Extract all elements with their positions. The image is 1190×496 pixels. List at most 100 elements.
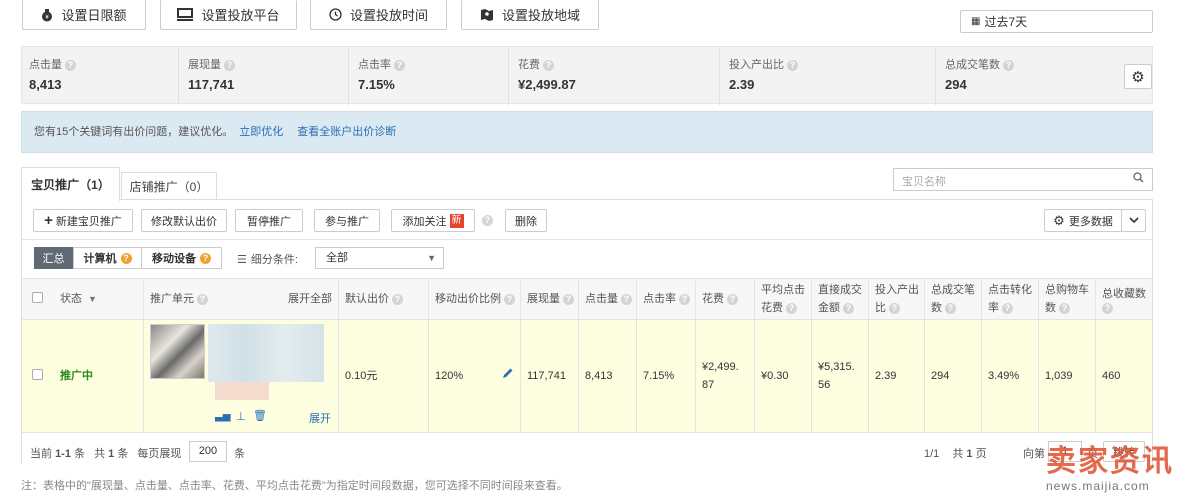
mobile-tab[interactable]: 移动设备? [141, 247, 222, 269]
more-data-dropdown[interactable] [1121, 209, 1146, 232]
header-unit: 推广单元? 展开全部 [144, 278, 338, 320]
help-icon[interactable]: ? [1003, 59, 1014, 71]
calendar-icon: ▦ [971, 16, 981, 27]
row-ctr: 7.15% [643, 370, 675, 382]
expand-link[interactable]: 展开 [309, 410, 331, 426]
tab-shop-promotion[interactable]: 店铺推广（0） [121, 172, 217, 200]
header-favorites: 总收藏数? [1102, 287, 1146, 314]
goto-button[interactable]: 跳转 [1103, 441, 1145, 462]
help-icon[interactable]: ? [543, 59, 554, 71]
help-icon[interactable]: ? [394, 59, 405, 71]
set-daily-limit-button[interactable]: ¥ 设置日限额 [22, 0, 146, 30]
per-page-input[interactable]: 200 [189, 441, 227, 462]
row-favorites: 460 [1102, 370, 1121, 382]
expand-all-link[interactable]: 展开全部 [288, 290, 332, 308]
join-button[interactable]: 参与推广 [314, 209, 380, 232]
info-icon: ? [200, 252, 211, 264]
summary-tab[interactable]: 汇总 [34, 247, 73, 269]
footnote: 注：表格中的"展现量、点击量、点击率、花费、平均点击花费"为指定时间段数据，您可… [21, 480, 568, 492]
modify-bid-button[interactable]: 修改默认出价 [141, 209, 227, 232]
blurred-title [208, 324, 324, 382]
header-default-bid: 默认出价? [339, 278, 428, 320]
help-icon[interactable]: ? [843, 302, 854, 314]
new-promotion-button[interactable]: + 新建宝贝推广 [33, 209, 133, 232]
help-icon[interactable]: ? [679, 293, 690, 305]
help-icon[interactable]: ? [787, 59, 798, 71]
bid-notice: 您有15个关键词有出价问题，建议优化。 立即优化 查看全账户出价诊断 [21, 111, 1153, 153]
help-icon[interactable]: ? [504, 293, 515, 305]
metrics-bar: 点击量? 8,413 展现量? 117,741 点击率? 7.15% 花费? ¥… [21, 46, 1153, 105]
caret-down-icon: ▼ [427, 253, 436, 263]
help-icon[interactable]: ? [786, 302, 797, 314]
help-icon[interactable]: ? [65, 59, 76, 71]
pencil-icon[interactable] [501, 367, 514, 386]
search-icon[interactable] [1133, 172, 1144, 186]
help-icon[interactable]: ? [482, 215, 493, 226]
trash-icon[interactable]: 🗑 [253, 409, 267, 422]
date-range-select[interactable]: ▦ 过去7天 [960, 10, 1153, 33]
header-status[interactable]: 状态 ▼ [54, 278, 143, 320]
help-icon[interactable]: ? [727, 293, 738, 305]
pc-tab[interactable]: 计算机? [73, 247, 142, 269]
header-ctr: 点击率? [637, 278, 695, 320]
report-icon[interactable]: ⊥ [236, 410, 246, 423]
header-cost: 花费? [696, 278, 754, 320]
header-impressions: 展现量? [521, 278, 578, 320]
settings-button[interactable]: ⚙ [1124, 64, 1152, 89]
row-direct-amount: ¥5,315. 56 [818, 361, 855, 391]
row-impressions: 117,741 [527, 370, 566, 382]
condition-label: ☰ 细分条件: [237, 253, 298, 267]
page: ¥ 设置日限额 设置投放平台 设置投放时间 设置投放地域 ▦ 过去7天 点击量?… [0, 0, 1190, 496]
row-orders: 294 [931, 370, 950, 382]
map-icon [480, 8, 494, 22]
row-status: 推广中 [60, 370, 93, 382]
help-icon[interactable]: ? [1102, 302, 1113, 314]
row-conversion: 3.49% [988, 370, 1020, 382]
pause-button[interactable]: 暂停推广 [235, 209, 303, 232]
row-avg-cpc: ¥0.30 [761, 370, 789, 382]
header-clicks: 点击量? [579, 278, 636, 320]
more-data-button[interactable]: ⚙ 更多数据 [1044, 209, 1122, 232]
help-icon[interactable]: ? [889, 302, 900, 314]
help-icon[interactable]: ? [392, 293, 403, 305]
condition-select[interactable]: 全部 ▼ [315, 247, 444, 269]
follow-button[interactable]: 添加关注 新 [391, 209, 475, 232]
help-icon[interactable]: ? [621, 293, 632, 305]
monitor-icon [177, 8, 194, 21]
goto-page-input[interactable]: 1 [1048, 441, 1082, 462]
item-search-input[interactable]: 宝贝名称 [893, 168, 1153, 191]
set-platform-button[interactable]: 设置投放平台 [160, 0, 297, 30]
help-icon[interactable]: ? [563, 293, 574, 305]
set-time-button[interactable]: 设置投放时间 [310, 0, 447, 30]
row-checkbox[interactable] [32, 369, 43, 380]
new-badge: 新 [449, 213, 464, 228]
header-orders: 总成交笔数? [931, 284, 975, 314]
set-region-button[interactable]: 设置投放地域 [461, 0, 599, 30]
select-all-checkbox[interactable] [32, 292, 43, 303]
gear-icon: ⚙ [1053, 212, 1065, 228]
help-icon[interactable]: ? [224, 59, 235, 71]
product-thumbnail[interactable] [150, 324, 205, 379]
diagnosis-link[interactable]: 查看全账户出价诊断 [297, 126, 396, 138]
caret-down-icon: ▼ [88, 294, 97, 304]
list-icon: ☰ [237, 253, 247, 266]
help-icon[interactable]: ? [1002, 302, 1013, 314]
tab-item-promotion[interactable]: 宝贝推广（1） [21, 167, 120, 201]
header-cart: 总购物车数? [1045, 284, 1089, 314]
chart-icon[interactable]: ▃▅ [215, 411, 230, 422]
header-roi: 投入产出比? [875, 284, 919, 314]
chevron-down-icon [1128, 215, 1139, 227]
row-default-bid[interactable]: 0.10元 [339, 320, 428, 432]
row-clicks: 8,413 [585, 370, 613, 382]
info-icon: ? [120, 252, 132, 264]
header-mobile-ratio: 移动出价比例? [429, 278, 520, 320]
header-conversion: 点击转化率? [988, 284, 1032, 314]
help-icon[interactable]: ? [1059, 302, 1070, 314]
blurred-price [215, 382, 269, 400]
delete-button[interactable]: 删除 [505, 209, 547, 232]
optimize-link[interactable]: 立即优化 [239, 126, 283, 138]
gear-icon: ⚙ [1131, 68, 1145, 86]
help-icon[interactable]: ? [945, 302, 956, 314]
page-info: 1/1 共 1 页 [924, 448, 987, 460]
help-icon[interactable]: ? [197, 293, 208, 305]
